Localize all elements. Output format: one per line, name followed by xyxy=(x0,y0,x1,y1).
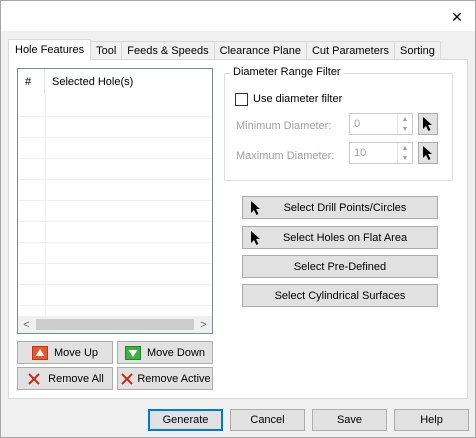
generate-button[interactable]: Generate xyxy=(148,409,223,431)
move-up-button[interactable]: Move Up xyxy=(17,341,113,364)
tab-strip: Hole Features Tool Feeds & Speeds Cleara… xyxy=(8,39,441,60)
title-bar: ✕ xyxy=(1,1,475,31)
scroll-thumb[interactable] xyxy=(36,319,194,330)
diameter-range-filter-title: Diameter Range Filter xyxy=(230,66,344,78)
pointer-icon xyxy=(251,201,260,215)
generate-label: Generate xyxy=(162,414,209,426)
remove-x-icon xyxy=(26,372,42,386)
horizontal-scrollbar[interactable]: < > xyxy=(18,316,212,333)
remove-active-label: Remove Active xyxy=(137,372,211,385)
pointer-icon xyxy=(423,146,432,160)
row-divider xyxy=(18,284,212,285)
help-label: Help xyxy=(420,414,443,426)
pointer-icon xyxy=(251,231,260,245)
use-diameter-filter-label[interactable]: Use diameter filter xyxy=(253,93,342,105)
row-divider xyxy=(18,179,212,180)
move-down-button[interactable]: Move Down xyxy=(117,341,213,364)
arrow-up-icon xyxy=(31,345,48,360)
select-cylindrical-surfaces-button[interactable]: Select Cylindrical Surfaces xyxy=(242,284,438,307)
row-divider xyxy=(18,116,212,117)
spinner-arrows: ▲ ▼ xyxy=(397,143,412,163)
tab-clearance-plane[interactable]: Clearance Plane xyxy=(213,41,307,60)
row-divider xyxy=(18,242,212,243)
save-label: Save xyxy=(336,414,363,426)
row-divider xyxy=(18,158,212,159)
help-button[interactable]: Help xyxy=(394,409,469,431)
maximum-diameter-spinner[interactable]: 10 ▲ ▼ xyxy=(349,142,413,164)
minimum-diameter-spinner[interactable]: 0 ▲ ▼ xyxy=(349,113,413,135)
select-holes-flat-area-button[interactable]: Select Holes on Flat Area xyxy=(242,226,438,249)
select-pre-defined-button[interactable]: Select Pre-Defined xyxy=(242,255,438,278)
move-down-label: Move Down xyxy=(146,346,206,359)
minimum-diameter-pick-button[interactable] xyxy=(418,113,438,135)
list-header: # Selected Hole(s) xyxy=(18,69,212,95)
row-divider xyxy=(18,263,212,264)
select-drill-points-button[interactable]: Select Drill Points/Circles xyxy=(242,196,438,219)
row-divider xyxy=(18,305,212,306)
save-button[interactable]: Save xyxy=(312,409,387,431)
minimum-diameter-value: 0 xyxy=(354,118,361,130)
row-divider xyxy=(18,137,212,138)
minimum-diameter-label: Minimum Diameter: xyxy=(236,120,332,132)
close-icon: ✕ xyxy=(451,8,463,25)
spinner-down-icon[interactable]: ▼ xyxy=(398,153,412,163)
column-header-number[interactable]: # xyxy=(18,69,45,95)
move-up-label: Move Up xyxy=(53,346,99,359)
select-holes-flat-area-label: Select Holes on Flat Area xyxy=(282,231,408,244)
row-divider xyxy=(18,221,212,222)
spinner-down-icon[interactable]: ▼ xyxy=(398,124,412,134)
maximum-diameter-value: 10 xyxy=(354,147,367,159)
selected-holes-list[interactable]: # Selected Hole(s) < > xyxy=(17,68,213,334)
select-drill-points-label: Select Drill Points/Circles xyxy=(283,201,407,214)
column-header-selected-holes[interactable]: Selected Hole(s) xyxy=(45,69,133,95)
select-pre-defined-label: Select Pre-Defined xyxy=(293,260,387,273)
tab-tool[interactable]: Tool xyxy=(90,41,123,60)
cancel-label: Cancel xyxy=(250,414,285,426)
select-cylindrical-surfaces-label: Select Cylindrical Surfaces xyxy=(274,289,406,302)
maximum-diameter-pick-button[interactable] xyxy=(418,142,438,164)
arrow-down-icon xyxy=(124,345,141,360)
remove-x-icon xyxy=(119,372,135,386)
spinner-up-icon[interactable]: ▲ xyxy=(398,143,412,153)
close-button[interactable]: ✕ xyxy=(447,7,467,27)
use-diameter-filter-checkbox[interactable] xyxy=(235,93,248,106)
remove-all-button[interactable]: Remove All xyxy=(17,367,113,390)
tab-hole-features[interactable]: Hole Features xyxy=(8,39,92,60)
remove-active-button[interactable]: Remove Active xyxy=(117,367,213,390)
tab-cut-parameters[interactable]: Cut Parameters xyxy=(305,41,395,60)
scroll-right-button[interactable]: > xyxy=(195,316,212,333)
maximum-diameter-label: Maximum Diameter: xyxy=(236,150,335,162)
cancel-button[interactable]: Cancel xyxy=(230,409,305,431)
spinner-up-icon[interactable]: ▲ xyxy=(398,114,412,124)
scroll-left-button[interactable]: < xyxy=(18,316,35,333)
tab-sorting[interactable]: Sorting xyxy=(394,41,441,60)
tab-feeds-speeds[interactable]: Feeds & Speeds xyxy=(121,41,215,60)
row-divider xyxy=(18,200,212,201)
spinner-arrows: ▲ ▼ xyxy=(397,114,412,134)
remove-all-label: Remove All xyxy=(48,372,104,385)
pointer-icon xyxy=(423,117,432,131)
